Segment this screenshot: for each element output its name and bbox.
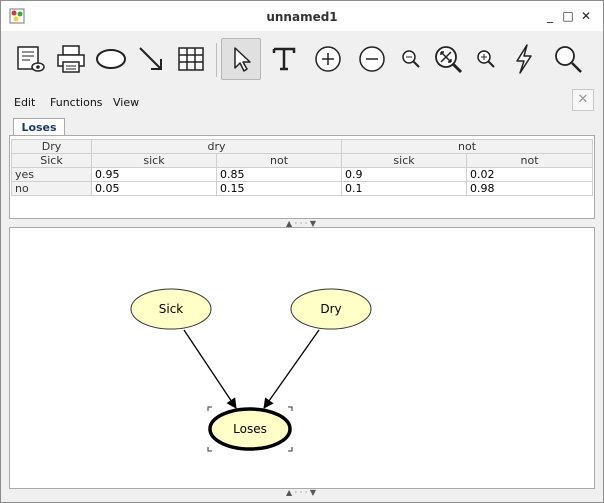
- menu-view[interactable]: View: [113, 96, 139, 109]
- grid-icon[interactable]: [171, 38, 211, 80]
- pointer-icon[interactable]: [221, 38, 261, 80]
- probability-cell[interactable]: 0.02: [466, 167, 594, 182]
- row-label-no: no: [11, 181, 92, 196]
- maximize-button[interactable]: □: [559, 7, 577, 25]
- header-sick: sick: [91, 153, 217, 168]
- main-window: unnamed1 _ □ ✕ Edit Functions View ✕ Los…: [0, 0, 604, 503]
- bottom-splitter-handle[interactable]: ▲ · · · ▼: [271, 489, 331, 497]
- probability-cell[interactable]: 0.95: [91, 167, 217, 182]
- table-row: no 0.05 0.15 0.1 0.98: [11, 181, 594, 196]
- toolbar-separator: [216, 43, 217, 77]
- network-canvas[interactable]: Sick Dry Loses: [9, 227, 595, 489]
- node-loses[interactable]: Loses: [208, 407, 292, 451]
- node-label: Sick: [159, 302, 184, 316]
- node-dry[interactable]: Dry: [290, 288, 372, 330]
- edge-sick-loses: [183, 329, 237, 409]
- arrow-icon[interactable]: [131, 38, 171, 80]
- zoom-plus-icon[interactable]: [466, 38, 506, 80]
- menu-edit[interactable]: Edit: [14, 96, 35, 109]
- print-icon[interactable]: [51, 38, 91, 80]
- cpt-table: Dry dry not Sick sick not sick not yes 0…: [11, 139, 594, 196]
- probability-cell[interactable]: 0.98: [466, 181, 594, 196]
- probability-cell[interactable]: 0.15: [215, 181, 343, 196]
- zoom-fit-icon[interactable]: [428, 38, 468, 80]
- text-icon[interactable]: [264, 38, 304, 80]
- close-panel-button[interactable]: ✕: [572, 89, 594, 111]
- var-label-dry: Dry: [11, 139, 92, 154]
- header-not: not: [215, 153, 343, 168]
- toolbar: [1, 31, 603, 89]
- minimize-button[interactable]: _: [541, 7, 559, 25]
- zoom-in-icon[interactable]: [308, 38, 348, 80]
- row-label-yes: yes: [11, 167, 92, 182]
- menu-bar: Edit Functions View: [1, 89, 603, 115]
- node-label: Dry: [320, 302, 341, 316]
- search-icon[interactable]: [548, 38, 588, 80]
- edge-dry-loses: [263, 329, 320, 409]
- header-not: not: [466, 153, 594, 168]
- table-row: yes 0.95 0.85 0.9 0.02: [11, 167, 594, 182]
- header-not: not: [341, 139, 594, 154]
- probability-cell[interactable]: 0.9: [341, 167, 468, 182]
- node-icon[interactable]: [91, 38, 131, 80]
- probability-cell[interactable]: 0.85: [215, 167, 343, 182]
- probability-cell[interactable]: 0.05: [91, 181, 217, 196]
- zoom-out-icon[interactable]: [352, 38, 392, 80]
- menu-functions[interactable]: Functions: [50, 96, 103, 109]
- header-sick: sick: [341, 153, 468, 168]
- node-label: Loses: [233, 422, 267, 436]
- var-label-sick: Sick: [11, 153, 92, 168]
- zoom-small-icon[interactable]: [391, 38, 431, 80]
- network-graph: Sick Dry Loses: [130, 288, 372, 452]
- title-bar: unnamed1 _ □ ✕: [1, 1, 603, 31]
- close-button[interactable]: ✕: [577, 7, 595, 25]
- tab-loses[interactable]: Loses: [13, 118, 65, 136]
- node-sick[interactable]: Sick: [130, 288, 212, 330]
- table-view-icon[interactable]: [10, 38, 50, 80]
- header-dry: dry: [90, 139, 343, 154]
- probability-cell[interactable]: 0.1: [341, 181, 468, 196]
- lightning-icon[interactable]: [504, 38, 544, 80]
- window-title: unnamed1: [266, 10, 338, 24]
